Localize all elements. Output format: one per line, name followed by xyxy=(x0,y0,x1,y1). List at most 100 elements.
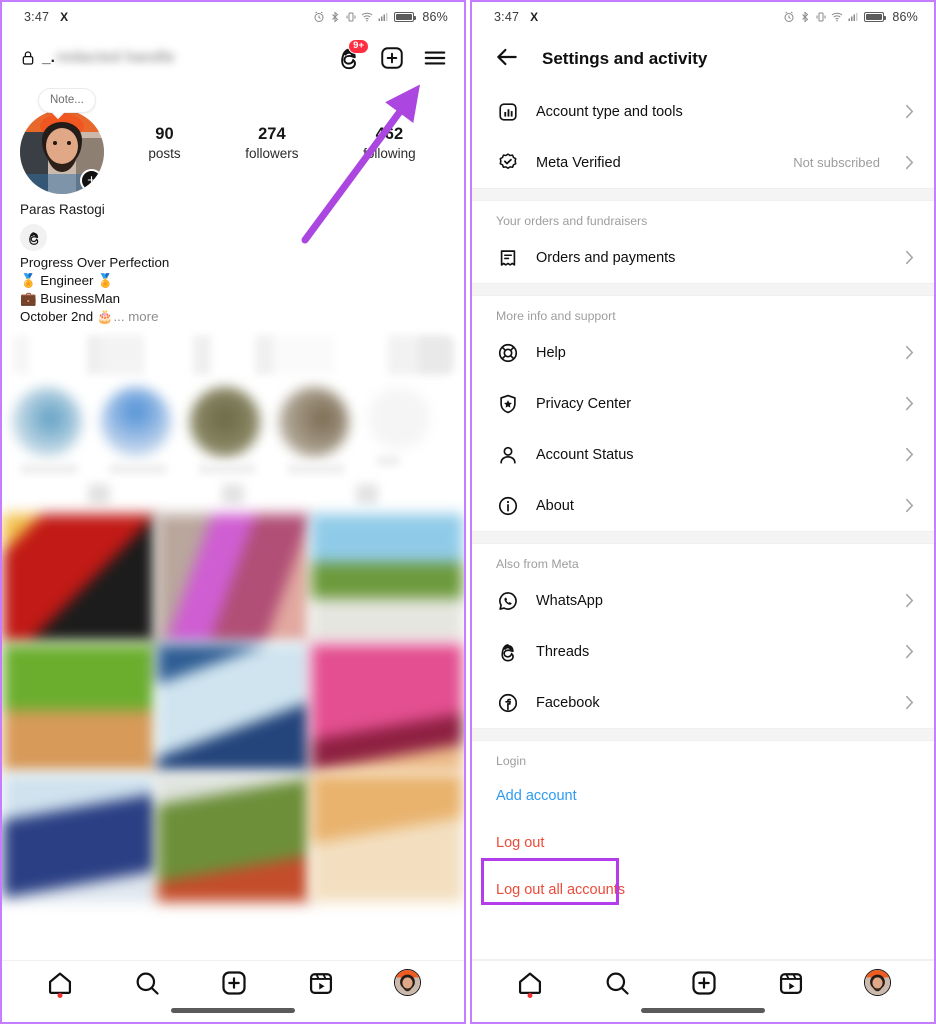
settings-row-privacy-center[interactable]: Privacy Center xyxy=(472,378,934,429)
stat-followers[interactable]: 274 followers xyxy=(245,124,298,161)
posts-label: posts xyxy=(148,145,181,161)
settings-row-help[interactable]: Help xyxy=(472,327,934,378)
add-account-button[interactable]: Add account xyxy=(472,772,934,819)
reels-icon[interactable] xyxy=(307,969,335,997)
lifebuoy-help-icon xyxy=(496,341,519,364)
home-gesture-bar xyxy=(641,1008,765,1013)
chevron-right-icon xyxy=(905,250,914,265)
avatar-block[interactable]: Note... + xyxy=(20,88,116,194)
highlight-item[interactable] xyxy=(12,387,86,475)
highlight-item[interactable] xyxy=(101,387,175,475)
grid-post[interactable] xyxy=(3,774,155,903)
section-label-orders: Your orders and fundraisers xyxy=(496,214,648,228)
status-icons: 86% xyxy=(783,10,918,24)
tab-grid[interactable] xyxy=(88,484,110,505)
chevron-right-icon xyxy=(905,593,914,608)
avatar[interactable]: + xyxy=(20,110,104,194)
settings-row-facebook[interactable]: Facebook xyxy=(472,677,934,728)
dual-phone-screenshot: 3:47 X 86% _. redacted handle 9+ Note...… xyxy=(0,0,936,1024)
profile-bio: Progress Over Perfection 🏅 Engineer 🏅 💼 … xyxy=(2,251,464,326)
x-app-icon: X xyxy=(60,10,69,24)
status-time: 3:47 xyxy=(24,10,50,24)
log-out-button[interactable]: Log out xyxy=(472,819,934,866)
bio-more-link[interactable]: ... more xyxy=(113,309,158,324)
chevron-right-icon xyxy=(905,104,914,119)
right-phone-settings: 3:47 X 86% Settings and activity Account… xyxy=(470,0,936,1024)
wifi-icon xyxy=(832,12,843,22)
profile-avatar-icon[interactable] xyxy=(863,969,891,996)
profile-tabs-blurred[interactable] xyxy=(2,478,464,514)
search-icon[interactable] xyxy=(603,969,631,997)
profile-stats: 90 posts 274 followers 462 following xyxy=(116,88,448,161)
story-highlights-blurred xyxy=(2,375,464,478)
tab-tagged[interactable] xyxy=(356,484,378,505)
grid-post[interactable] xyxy=(3,514,155,643)
settings-row-meta-verified[interactable]: Meta Verified Not subscribed xyxy=(472,137,934,188)
stat-following[interactable]: 462 following xyxy=(363,124,416,161)
threads-icon[interactable] xyxy=(20,224,47,251)
bio-line-1: Progress Over Perfection xyxy=(20,255,170,270)
hamburger-menu-icon[interactable] xyxy=(422,45,448,71)
meta-verified-status: Not subscribed xyxy=(793,155,880,170)
settings-row-about[interactable]: About xyxy=(472,480,934,531)
following-label: following xyxy=(363,145,416,161)
stat-posts[interactable]: 90 posts xyxy=(148,124,180,161)
chevron-right-icon xyxy=(905,695,914,710)
plus-circle-icon[interactable]: + xyxy=(80,169,103,192)
settings-row-account-status[interactable]: Account Status xyxy=(472,429,934,480)
note-bubble[interactable]: Note... xyxy=(38,88,96,113)
grid-post[interactable] xyxy=(311,774,463,903)
plus-square-icon[interactable] xyxy=(379,45,405,71)
grid-post[interactable] xyxy=(311,514,463,643)
bottom-nav-right xyxy=(472,960,934,1022)
vibrate-icon xyxy=(346,12,356,22)
page-title: Settings and activity xyxy=(542,49,708,68)
bio-line-3: 💼 BusinessMan xyxy=(20,291,121,307)
battery-icon xyxy=(394,12,417,22)
followers-count: 274 xyxy=(258,125,286,143)
home-icon[interactable] xyxy=(46,969,74,998)
grid-post[interactable] xyxy=(157,774,309,903)
tab-reels[interactable] xyxy=(222,484,244,505)
info-circle-icon xyxy=(496,494,519,517)
settings-row-label: Orders and payments xyxy=(536,249,676,266)
username-area[interactable]: _. redacted handle xyxy=(20,49,336,67)
highlight-item-partial[interactable] xyxy=(368,387,430,474)
reels-icon[interactable] xyxy=(777,969,805,997)
profile-avatar-icon[interactable] xyxy=(393,969,421,996)
section-label-login: Login xyxy=(496,754,527,768)
settings-row-orders-and-payments[interactable]: Orders and payments xyxy=(472,232,934,283)
grid-post[interactable] xyxy=(311,644,463,773)
home-icon[interactable] xyxy=(516,969,544,998)
grid-post[interactable] xyxy=(157,644,309,773)
create-plus-icon[interactable] xyxy=(220,969,248,997)
settings-row-label: Meta Verified xyxy=(536,154,621,171)
bio-line-4: October 2nd 🎂 xyxy=(20,309,114,325)
settings-row-label: Facebook xyxy=(536,694,600,711)
chevron-right-icon xyxy=(905,155,914,170)
chevron-right-icon xyxy=(905,345,914,360)
settings-row-threads[interactable]: Threads xyxy=(472,626,934,677)
grid-post[interactable] xyxy=(3,644,155,773)
log-out-all-accounts-button[interactable]: Log out all accounts xyxy=(472,866,934,913)
profile-action-buttons-blurred[interactable] xyxy=(12,335,454,376)
threads-icon[interactable]: 9+ xyxy=(336,39,369,71)
settings-row-account-type-and-tools[interactable]: Account type and tools xyxy=(472,86,934,137)
grid-post[interactable] xyxy=(157,514,309,643)
search-icon[interactable] xyxy=(133,969,161,997)
create-plus-icon[interactable] xyxy=(690,969,718,997)
back-arrow-icon[interactable] xyxy=(494,44,520,75)
settings-row-whatsapp[interactable]: WhatsApp xyxy=(472,575,934,626)
settings-row-label: Account Status xyxy=(536,446,634,463)
settings-header: Settings and activity xyxy=(472,32,934,86)
chevron-right-icon xyxy=(905,498,914,513)
section-label-also-from-meta: Also from Meta xyxy=(496,557,579,571)
settings-row-label: Help xyxy=(536,344,566,361)
highlight-item[interactable] xyxy=(190,387,264,475)
status-bar-right: 3:47 X 86% xyxy=(472,2,934,32)
battery-icon xyxy=(864,12,887,22)
bluetooth-icon xyxy=(332,11,339,23)
username-visible: _. xyxy=(42,49,55,66)
settings-row-label: Account type and tools xyxy=(536,103,683,120)
highlight-item[interactable] xyxy=(279,387,353,475)
